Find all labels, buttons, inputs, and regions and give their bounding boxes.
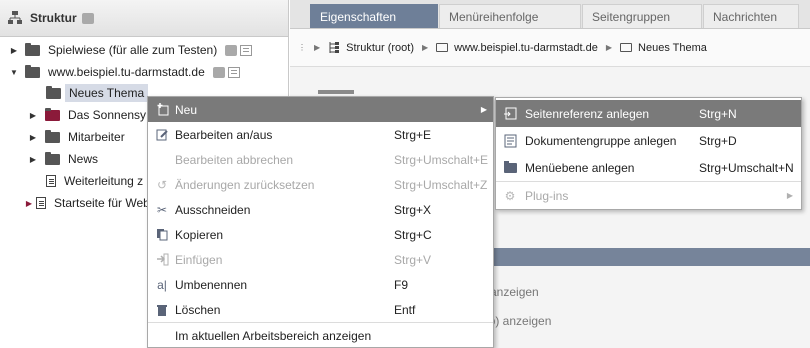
- scissors-icon: ✂: [156, 202, 168, 217]
- menu-item-einfuegen[interactable]: Einfügen Strg+V: [148, 247, 493, 272]
- user-icon: [81, 12, 94, 24]
- menu-item-umbenennen[interactable]: a| Umbenennen F9: [148, 272, 493, 297]
- menu-item-im-arbeitsbereich-anzeigen[interactable]: Im aktuellen Arbeitsbereich anzeigen: [148, 323, 493, 348]
- expand-arrow-icon[interactable]: ▶: [28, 111, 38, 120]
- page-reference-icon: [503, 107, 517, 121]
- structure-icon: [8, 11, 22, 24]
- submenu-arrow-icon: ▶: [786, 191, 793, 200]
- user-icon: [225, 44, 238, 56]
- tab-seitengruppen[interactable]: Seitengruppen: [582, 4, 702, 28]
- tab-bar: Eigenschaften Menüreihenfolge Seitengrup…: [290, 0, 810, 29]
- user-icon: [212, 66, 225, 78]
- tree-item-label: News: [68, 152, 99, 166]
- menu-item-loeschen[interactable]: Löschen Entf: [148, 297, 493, 322]
- breadcrumb-label: Struktur (root): [346, 41, 415, 54]
- document-icon: [46, 175, 56, 187]
- structure-panel-title: Struktur: [30, 11, 77, 25]
- chevron-right-icon: ▶: [422, 43, 429, 52]
- tree-item-neues-thema[interactable]: Neues Thema: [46, 82, 149, 104]
- tree-item-label: www.beispiel.tu-darmstadt.de: [48, 65, 205, 79]
- tree-item-label: Mitarbeiter: [68, 130, 125, 144]
- folder-icon: [620, 43, 633, 52]
- menu-item-bearbeiten[interactable]: Bearbeiten an/aus Strg+E: [148, 122, 493, 147]
- trash-icon: [155, 303, 169, 317]
- folder-icon: [45, 107, 60, 121]
- section-marker: [318, 90, 354, 94]
- tab-menuereihenfolge[interactable]: Menüreihenfolge: [439, 4, 581, 28]
- tree-item-spielwiese[interactable]: ▶ Spielwiese (für alle zum Testen): [9, 39, 253, 61]
- expand-arrow-icon[interactable]: ▶: [9, 46, 19, 55]
- structure-icon: [329, 42, 340, 53]
- tree-item-label: Startseite für Web: [54, 196, 150, 210]
- tree-item-mitarbeiter[interactable]: ▶ Mitarbeiter: [28, 126, 125, 148]
- breadcrumb-item-current[interactable]: Neues Thema: [620, 42, 707, 54]
- new-icon: [155, 103, 169, 117]
- submenu-neu: Seitenreferenz anlegen Strg+N Dokumenten…: [495, 97, 802, 210]
- menu-item-zuruecksetzen[interactable]: ↺ Änderungen zurücksetzen Strg+Umschalt+…: [148, 172, 493, 197]
- list-icon: [240, 44, 253, 56]
- undo-icon: ↺: [156, 177, 168, 192]
- tree-item-label: Spielwiese (für alle zum Testen): [48, 43, 218, 57]
- breadcrumb-label: www.beispiel.tu-darmstadt.de: [454, 41, 598, 54]
- edit-icon: [155, 128, 169, 142]
- gear-icon: ⚙: [504, 188, 516, 203]
- folder-icon: [46, 85, 61, 99]
- collapse-arrow-icon[interactable]: ▼: [9, 68, 19, 77]
- breadcrumb-item-root[interactable]: Struktur (root): [328, 41, 414, 54]
- folder-icon: [503, 160, 517, 175]
- menu-item-ausschneiden[interactable]: ✂ Ausschneiden Strg+X: [148, 197, 493, 222]
- tree-item-sonnensystem[interactable]: ▶ Das Sonnensy: [28, 104, 146, 126]
- structure-panel-header: Struktur: [0, 0, 288, 37]
- submenu-item-dokumentengruppe[interactable]: Dokumentengruppe anlegen Strg+D: [496, 127, 801, 154]
- chevron-right-icon: ▶: [314, 43, 321, 52]
- expand-arrow-icon[interactable]: ▶: [28, 155, 38, 164]
- folder-icon: [25, 42, 40, 56]
- tree-item-label: Weiterleitung z: [64, 174, 144, 188]
- document-group-icon: [503, 134, 517, 148]
- menu-item-bearbeiten-abbrechen[interactable]: Bearbeiten abbrechen Strg+Umschalt+E: [148, 147, 493, 172]
- rename-icon: a|: [157, 277, 167, 292]
- tab-eigenschaften[interactable]: Eigenschaften: [310, 4, 438, 28]
- expand-arrow-icon[interactable]: ▶: [24, 199, 34, 208]
- tree-item-startseite[interactable]: ▶ Startseite für Web: [24, 192, 150, 214]
- chevron-right-icon: ▶: [605, 43, 613, 52]
- folder-icon: [45, 129, 60, 143]
- folder-icon: [25, 64, 40, 78]
- folder-icon: [45, 151, 60, 165]
- expand-arrow-icon[interactable]: ▶: [28, 133, 38, 142]
- menu-item-kopieren[interactable]: Kopieren Strg+C: [148, 222, 493, 247]
- breadcrumb-label: Neues Thema: [638, 41, 707, 54]
- submenu-item-plugins[interactable]: ⚙ Plug-ins ▶: [496, 182, 801, 209]
- submenu-arrow-icon: ▶: [480, 105, 487, 114]
- submenu-item-seitenreferenz[interactable]: Seitenreferenz anlegen Strg+N: [496, 100, 801, 127]
- folder-icon: [436, 43, 449, 52]
- tree-item-beispiel[interactable]: ▼ www.beispiel.tu-darmstadt.de: [9, 61, 240, 83]
- list-icon: [227, 66, 240, 78]
- tree-item-weiterleitung[interactable]: Weiterleitung z: [46, 170, 143, 192]
- tree-item-label: Das Sonnensy: [68, 108, 147, 122]
- breadcrumb-item-site[interactable]: www.beispiel.tu-darmstadt.de: [436, 42, 598, 54]
- menu-item-neu[interactable]: Neu ▶: [148, 97, 493, 122]
- breadcrumb: ⋮ ▶ Struktur (root) ▶ www.beispiel.tu-da…: [290, 29, 810, 67]
- context-menu: Neu ▶ Bearbeiten an/aus Strg+E Bearbeite…: [147, 96, 494, 348]
- document-icon: [36, 197, 46, 209]
- tree-item-label: Neues Thema: [65, 84, 149, 102]
- paste-icon: [155, 253, 169, 267]
- submenu-item-menuebene[interactable]: Menüebene anlegen Strg+Umschalt+N: [496, 154, 801, 181]
- drag-handle-icon[interactable]: ⋮: [298, 43, 306, 52]
- tab-nachrichten[interactable]: Nachrichten: [703, 4, 799, 28]
- copy-icon: [155, 228, 169, 242]
- tree-item-news[interactable]: ▶ News: [28, 148, 98, 170]
